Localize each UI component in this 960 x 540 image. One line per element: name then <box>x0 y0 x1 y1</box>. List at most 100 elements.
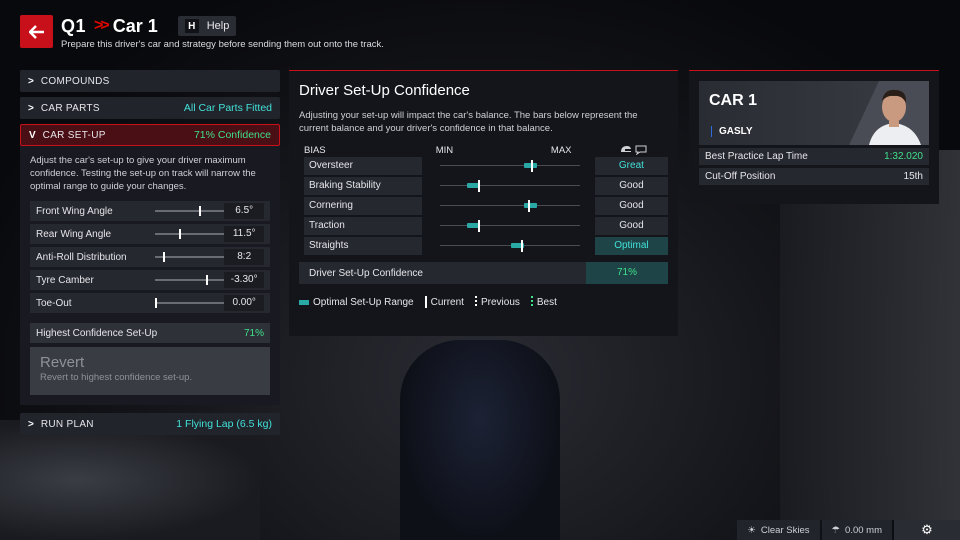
bias-track-line <box>440 185 580 186</box>
bias-track <box>440 157 580 175</box>
car-parts-section[interactable]: > CAR PARTS All Car Parts Fitted <box>20 97 280 119</box>
param-slider[interactable] <box>154 229 225 239</box>
driver-confidence-row: Driver Set-Up Confidence 71% <box>299 262 668 284</box>
setup-param-row[interactable]: Anti-Roll Distribution 8:2 <box>30 247 270 267</box>
rain-indicator: ☂ 0.00 mm <box>821 520 892 540</box>
help-button[interactable]: H Help <box>177 16 237 36</box>
bias-confidence: Great <box>594 157 669 175</box>
bias-name: Cornering <box>304 197 423 215</box>
chevron-right-icon: > <box>28 75 34 87</box>
param-name: Front Wing Angle <box>36 205 113 217</box>
driver-card: CAR 1 GASLY Best Practice Lap Time 1:32.… <box>689 70 939 204</box>
bias-confidence: Optimal <box>594 237 669 255</box>
highest-confidence-label: Highest Confidence Set-Up <box>36 327 158 339</box>
cutoff-label: Cut-Off Position <box>705 171 776 182</box>
run-plan-section[interactable]: > RUN PLAN 1 Flying Lap (6.5 kg) <box>20 413 280 435</box>
confidence-title: Driver Set-Up Confidence <box>299 82 470 99</box>
bias-track-line <box>440 165 580 166</box>
revert-button[interactable]: Revert Revert to highest confidence set-… <box>30 347 270 395</box>
param-value: 6.5° <box>224 203 265 219</box>
best-marker-icon <box>530 296 533 308</box>
revert-title: Revert <box>40 354 85 371</box>
back-button[interactable] <box>20 15 53 48</box>
sun-icon: ☀ <box>747 524 756 536</box>
rain-label: 0.00 mm <box>845 524 882 536</box>
bias-row: Braking Stability Good <box>304 177 669 195</box>
compounds-label: COMPOUNDS <box>40 75 110 87</box>
bias-confidence: Good <box>594 177 669 195</box>
confidence-description: Adjusting your set-up will impact the ca… <box>299 110 638 134</box>
gear-icon: ⚙ <box>921 522 933 537</box>
status-bar: ☀ Clear Skies ☂ 0.00 mm ⚙ <box>735 520 960 540</box>
car-setup-panel: Adjust the car's set-up to give your dri… <box>20 146 280 405</box>
bias-confidence: Good <box>594 197 669 215</box>
driver-confidence-label: Driver Set-Up Confidence <box>309 267 423 279</box>
helmet-icon <box>621 146 632 152</box>
bias-row: Straights Optimal <box>304 237 669 255</box>
slider-knob[interactable] <box>163 252 166 262</box>
current-marker <box>478 220 481 232</box>
bias-track <box>440 237 580 255</box>
setup-param-row[interactable]: Tyre Camber -3.30° <box>30 270 270 290</box>
best-lap-row: Best Practice Lap Time 1:32.020 <box>699 148 929 165</box>
settings-button[interactable]: ⚙ <box>894 520 960 540</box>
slider-knob[interactable] <box>178 229 181 239</box>
param-name: Rear Wing Angle <box>36 228 112 240</box>
current-marker <box>531 160 534 172</box>
garage-wall <box>780 150 960 520</box>
optimal-range-bar <box>523 203 538 208</box>
param-value: 11.5° <box>224 226 265 242</box>
weather-indicator: ☀ Clear Skies <box>737 520 820 540</box>
legend-previous-label: Previous <box>480 296 520 308</box>
slider-knob[interactable] <box>154 298 157 308</box>
setup-param-row[interactable]: Front Wing Angle 6.5° <box>30 201 270 221</box>
cutoff-value: 15th <box>903 171 923 182</box>
current-marker <box>528 200 531 212</box>
chevron-right-icon: > <box>28 102 34 114</box>
bias-track-line <box>440 205 580 206</box>
highest-confidence-row: Highest Confidence Set-Up 71% <box>30 323 270 343</box>
help-key: H <box>184 19 199 33</box>
min-column-label: MIN <box>435 144 454 156</box>
current-marker <box>478 180 481 192</box>
confidence-panel: Driver Set-Up Confidence Adjusting your … <box>289 70 678 336</box>
param-slider[interactable] <box>154 252 225 262</box>
slider-knob[interactable] <box>205 275 208 285</box>
param-slider[interactable] <box>154 206 225 216</box>
param-slider[interactable] <box>154 298 225 308</box>
chevron-down-icon: v <box>29 129 36 141</box>
legend-best-label: Best <box>536 296 557 308</box>
car-setup-label: CAR SET-UP <box>42 129 106 141</box>
legend-previous: Previous <box>474 296 520 308</box>
driver-portrait <box>849 81 929 145</box>
setup-param-row[interactable]: Rear Wing Angle 11.5° <box>30 224 270 244</box>
param-value: 0.00° <box>224 295 265 311</box>
confidence-column-icons <box>600 145 668 155</box>
compounds-section[interactable]: > COMPOUNDS <box>20 70 280 92</box>
setup-description: Adjust the car's set-up to give your dri… <box>30 155 256 192</box>
car-label: CAR 1 <box>709 92 758 109</box>
param-name: Anti-Roll Distribution <box>36 251 127 263</box>
rain-icon: ☂ <box>831 524 841 536</box>
legend-best: Best <box>530 296 557 308</box>
highest-confidence-value: 71% <box>243 327 264 339</box>
param-name: Toe-Out <box>36 297 72 309</box>
param-value: 8:2 <box>224 249 265 265</box>
slider-knob[interactable] <box>199 206 202 216</box>
bias-track <box>440 217 580 235</box>
setup-sidebar: > COMPOUNDS > CAR PARTS All Car Parts Fi… <box>20 70 280 440</box>
breadcrumb-chevron-icon: >> <box>94 17 110 34</box>
bias-row: Cornering Good <box>304 197 669 215</box>
page-subtitle: Prepare this driver's car and strategy b… <box>61 39 384 50</box>
bias-track-line <box>440 225 580 226</box>
page-header: Q1 >> Car 1 H Help Prepare this driver's… <box>20 15 384 51</box>
bias-rows: Oversteer Great Braking Stability Good Corne… <box>289 157 678 255</box>
car-setup-section[interactable]: v CAR SET-UP 71% Confidence <box>20 124 280 146</box>
legend-current-label: Current <box>430 296 464 308</box>
setup-params: Front Wing Angle 6.5° Rear Wing Angle 11.5°… <box>30 201 270 313</box>
bias-name: Straights <box>304 237 423 255</box>
param-slider[interactable] <box>154 275 225 285</box>
setup-param-row[interactable]: Toe-Out 0.00° <box>30 293 270 313</box>
bias-name: Traction <box>304 217 423 235</box>
mechanic-silhouette <box>400 340 560 540</box>
